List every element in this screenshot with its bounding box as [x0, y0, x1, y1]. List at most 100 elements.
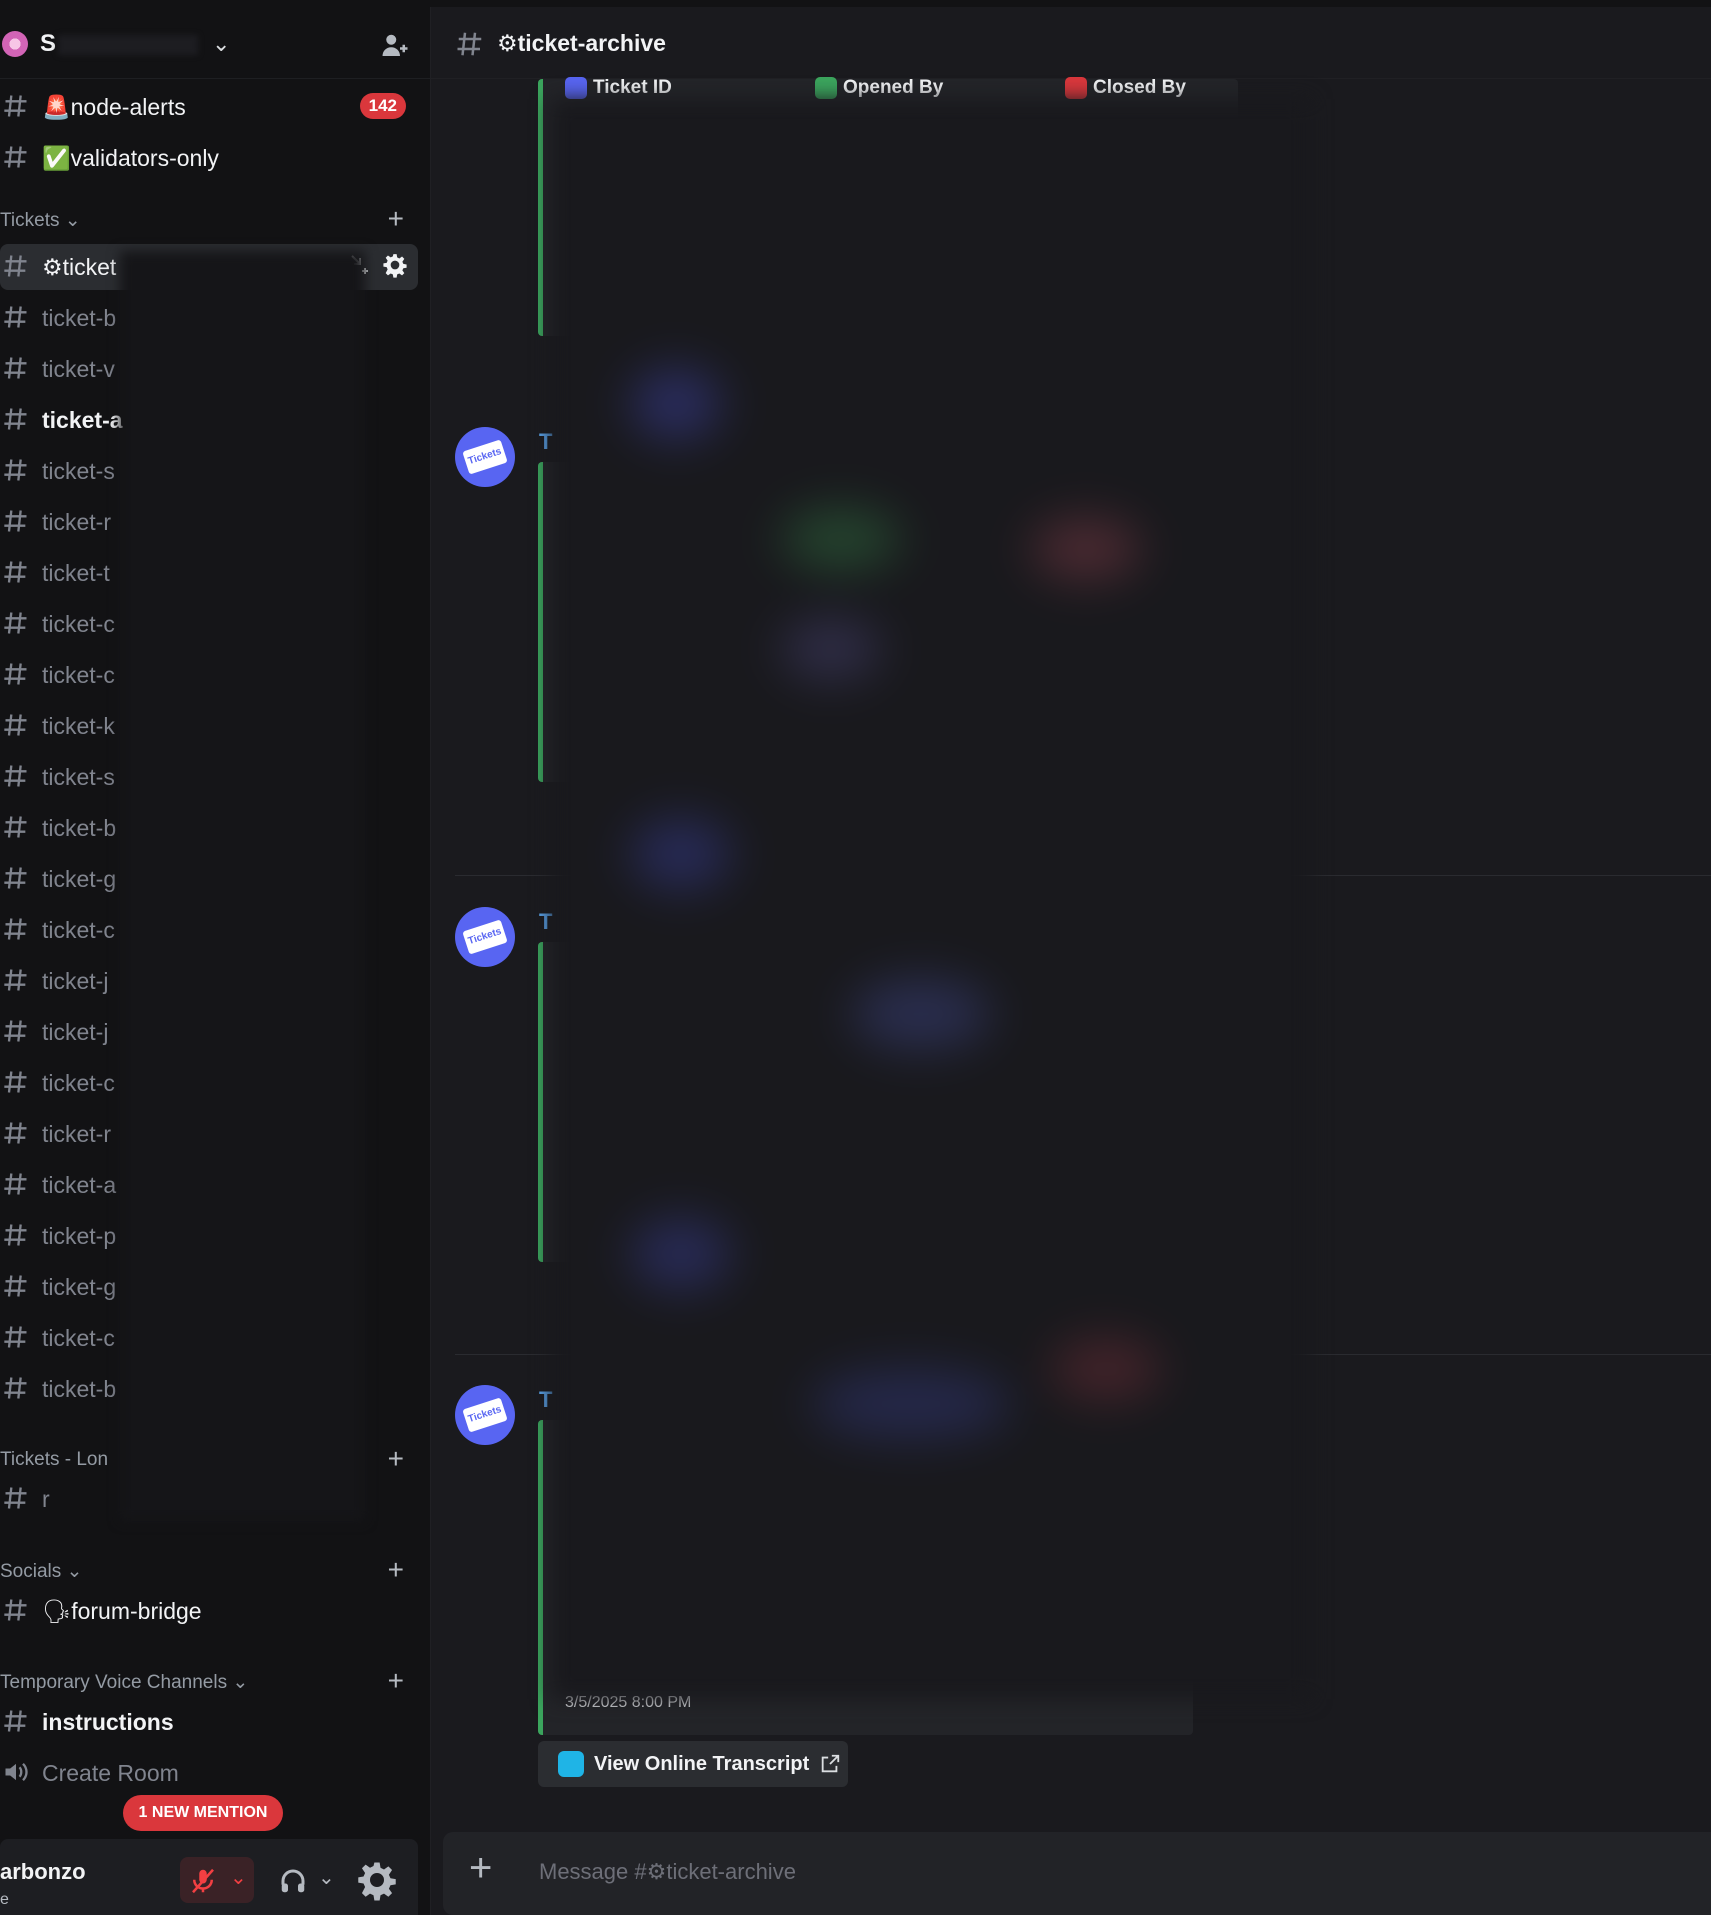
redacted-region — [551, 99, 1311, 1699]
username[interactable]: arbonzo — [0, 1859, 86, 1885]
chevron-down-icon[interactable]: ⌄ — [212, 31, 230, 57]
channel-label: ticket-a — [42, 407, 123, 433]
hash-icon — [4, 1020, 27, 1042]
bot-avatar[interactable]: Tickets — [455, 907, 515, 967]
message-input[interactable] — [539, 1854, 1639, 1890]
create-channel-plus-icon[interactable]: + — [388, 1443, 404, 1475]
channel-label: ticket-k — [42, 713, 115, 739]
user-settings-gear-icon[interactable] — [356, 1859, 398, 1901]
channel-label: ticket-s — [42, 764, 115, 790]
channel-label: ticket-c — [42, 662, 115, 688]
new-mention-pill[interactable]: 1 NEW MENTION — [123, 1795, 283, 1831]
external-link-icon — [822, 1754, 840, 1773]
server-name: S — [40, 30, 57, 57]
invite-people-icon[interactable] — [380, 31, 410, 61]
server-header[interactable]: S ⌄ — [0, 7, 430, 79]
hash-icon — [4, 765, 27, 787]
blurred-region — [1051, 1339, 1161, 1399]
hash-icon — [4, 561, 27, 583]
category-temporary-voice[interactable]: Temporary Voice Channels ⌄ + — [0, 1665, 420, 1697]
channel-label: instructions — [42, 1709, 174, 1735]
channel-label: 🗣forum-bridge — [42, 1598, 202, 1624]
view-online-transcript-button[interactable]: View Online Transcript — [538, 1741, 848, 1787]
tickets-logo: Tickets — [462, 439, 508, 475]
create-channel-plus-icon[interactable]: + — [388, 203, 404, 235]
hash-icon — [4, 357, 27, 379]
channel-label: ticket-p — [42, 1223, 117, 1249]
chevron-down-icon[interactable]: ⌄ — [318, 1865, 335, 1890]
closed-by-icon — [1065, 77, 1087, 99]
hash-icon — [4, 408, 27, 430]
channel-node-alerts[interactable]: 🚨node-alerts 142 — [0, 84, 420, 130]
redacted-region — [120, 251, 365, 1521]
channel-label: ticket-s — [42, 458, 115, 484]
blurred-region — [851, 979, 991, 1049]
user-status: e — [0, 1891, 9, 1908]
channel-forum-bridge[interactable]: 🗣forum-bridge — [0, 1588, 420, 1634]
channel-sidebar: S ⌄ 🚨node-alerts 142 ✅validators-only Ti… — [0, 7, 430, 1915]
channel-label: ticket-t — [42, 560, 110, 586]
channel-label: ticket-c — [42, 1070, 115, 1096]
bot-avatar[interactable]: Tickets — [455, 1385, 515, 1445]
channel-header: ⚙ticket-archive — [431, 7, 1711, 79]
ticket-id-icon — [565, 77, 587, 99]
blurred-region — [1031, 519, 1141, 579]
hash-icon — [4, 1122, 27, 1144]
blurred-region — [631, 369, 721, 439]
transcript-icon — [558, 1751, 584, 1777]
channel-long-ticket[interactable]: r — [0, 1476, 420, 1522]
hash-icon — [4, 459, 27, 481]
deafen-button[interactable]: ⌄ — [272, 1857, 342, 1903]
attach-plus-icon[interactable]: + — [469, 1846, 492, 1891]
create-channel-plus-icon[interactable]: + — [388, 1554, 404, 1586]
hash-icon — [4, 1275, 27, 1297]
channel-label: ticket-j — [42, 968, 109, 994]
hash-icon — [4, 918, 27, 940]
channel-label: ticket-c — [42, 611, 115, 637]
create-channel-plus-icon[interactable]: + — [388, 1665, 404, 1697]
blurred-region — [781, 509, 901, 569]
blurred-region — [781, 619, 881, 679]
channel-label: ticket-v — [42, 356, 115, 382]
channel-settings-gear-icon[interactable] — [382, 252, 408, 278]
mute-mic-button[interactable]: ⌄ — [180, 1857, 254, 1903]
channel-label: ticket-j — [42, 1019, 109, 1045]
hash-icon — [4, 146, 27, 168]
category-tickets[interactable]: Tickets ⌄ + — [0, 203, 420, 235]
channel-title: ⚙ticket-archive — [497, 30, 666, 56]
hash-icon — [4, 1599, 27, 1621]
window-top-strip — [0, 0, 1711, 7]
speaker-icon — [5, 1763, 28, 1781]
hash-icon — [4, 255, 27, 277]
channel-label: ticket-c — [42, 1325, 115, 1351]
hash-icon — [4, 95, 27, 117]
category-tickets-long[interactable]: Tickets - Lon + — [0, 1443, 420, 1475]
voice-channel-create-room[interactable]: Create Room — [0, 1750, 420, 1796]
redacted-region — [58, 35, 198, 55]
hash-icon — [4, 510, 27, 532]
tickets-logo: Tickets — [462, 919, 508, 955]
opened-by-icon — [815, 77, 837, 99]
channel-label: ⚙ticket — [42, 254, 117, 280]
channel-label: ticket-b — [42, 815, 117, 841]
bot-avatar[interactable]: Tickets — [455, 427, 515, 487]
mention-count-badge: 142 — [359, 93, 406, 119]
hash-icon — [4, 1224, 27, 1246]
category-label: Socials ⌄ — [0, 1561, 83, 1582]
channel-instructions[interactable]: instructions — [0, 1699, 420, 1745]
category-label: Tickets - Lon — [0, 1449, 109, 1470]
message-composer: + — [443, 1832, 1711, 1915]
channel-label: ticket-c — [42, 917, 115, 943]
channel-validators-only[interactable]: ✅validators-only — [0, 135, 420, 181]
channel-label: node-alerts — [70, 94, 186, 120]
channel-label: ticket-b — [42, 305, 117, 331]
category-socials[interactable]: Socials ⌄ + — [0, 1554, 420, 1586]
button-label: View Online Transcript — [594, 1752, 810, 1775]
channel-label: ticket-r — [42, 1121, 111, 1147]
hash-icon — [4, 1326, 27, 1348]
category-label: Tickets ⌄ — [0, 210, 81, 231]
hash-icon — [457, 32, 482, 56]
channel-label: ticket-a — [42, 1172, 117, 1198]
chevron-down-icon[interactable]: ⌄ — [230, 1865, 247, 1890]
user-panel: arbonzo e ⌄ ⌄ — [0, 1839, 418, 1915]
